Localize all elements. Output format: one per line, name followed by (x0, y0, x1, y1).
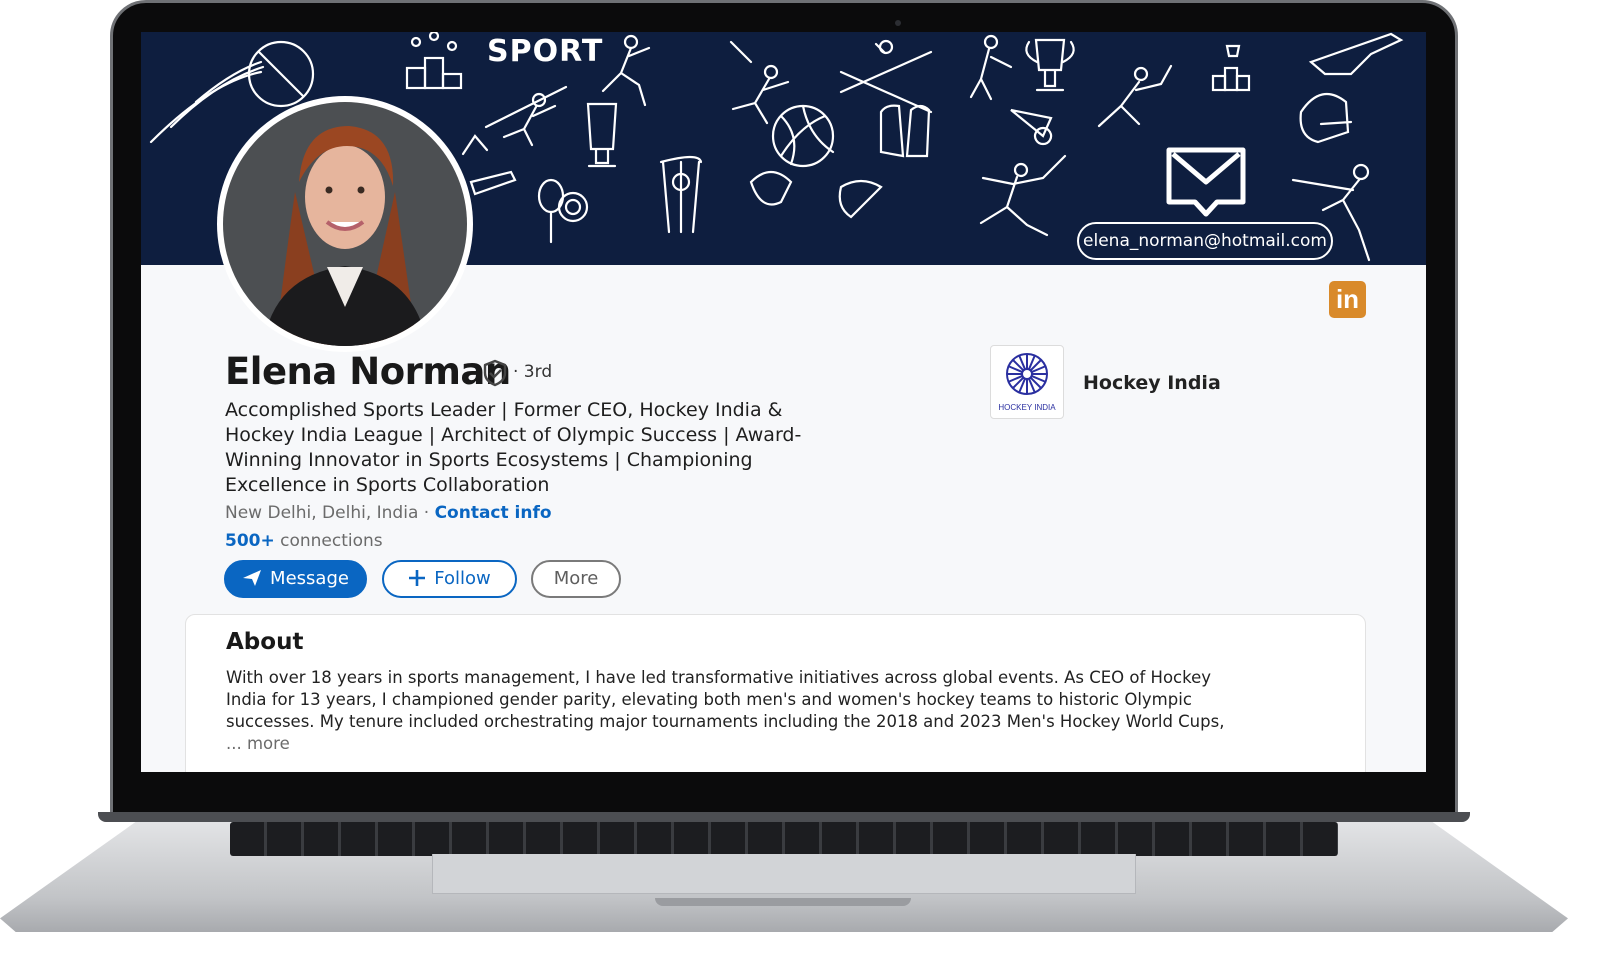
batter-figure-1 (969, 34, 1013, 101)
avatar[interactable] (217, 96, 473, 352)
volleyball-icon (771, 104, 835, 168)
about-card: About With over 18 years in sports manag… (185, 614, 1366, 772)
profile-photo (223, 102, 467, 346)
follow-button[interactable]: Follow (382, 560, 517, 598)
laptop-keyboard (230, 822, 1338, 856)
podium-icon (405, 32, 463, 90)
cricket-helmet-1 (749, 170, 793, 206)
company-logo-text: HOCKEY INDIA (998, 403, 1056, 412)
rifle-icon (1308, 32, 1404, 76)
more-button[interactable]: More (531, 560, 621, 598)
screen: SPORT elena_norman@hotmail.com in Elena … (141, 32, 1426, 772)
shin-pad (838, 179, 883, 219)
helmet-icon (1299, 92, 1353, 144)
laptop-lip (655, 898, 911, 906)
location-text: New Delhi, Delhi, India · (225, 503, 430, 523)
podium-2 (1211, 44, 1251, 92)
shuttlecock-icon (1010, 108, 1053, 146)
profile-headline: Accomplished Sports Leader | Former CEO,… (225, 399, 802, 496)
mail-icon (1166, 147, 1246, 217)
batsman-figure (1097, 64, 1173, 128)
about-text: With over 18 years in sports management,… (226, 668, 1225, 731)
profile-name: Elena Norman (225, 350, 511, 393)
follow-button-label: Follow (434, 568, 491, 589)
tennis-racket (537, 178, 589, 244)
linkedin-icon[interactable]: in (1329, 281, 1366, 318)
connections-label: connections (280, 531, 383, 551)
stumps (659, 155, 703, 234)
cricket-bat-2 (469, 170, 517, 196)
email-pill[interactable]: elena_norman@hotmail.com (1077, 222, 1333, 260)
athlete-figure-1 (601, 34, 651, 107)
connection-degree: · 3rd (513, 362, 553, 382)
company-name[interactable]: Hockey India (1083, 372, 1221, 394)
footballer (729, 40, 790, 125)
hockey-india-logo: HOCKEY INDIA (998, 353, 1056, 412)
connections-count[interactable]: 500+ (225, 531, 275, 551)
laptop-trackpad (432, 854, 1136, 894)
runner-figure (979, 154, 1067, 237)
company-logo[interactable]: HOCKEY INDIA (990, 345, 1064, 419)
verified-shield-icon (483, 359, 507, 387)
location-line: New Delhi, Delhi, India · Contact info (225, 503, 552, 523)
gloves (879, 104, 931, 158)
plus-icon (409, 569, 426, 586)
connections-line[interactable]: 500+ connections (225, 531, 383, 551)
contact-info-link[interactable]: Contact info (435, 503, 552, 523)
send-icon (243, 569, 262, 586)
trophy-icon (1025, 38, 1075, 92)
crossed-bats (839, 39, 933, 114)
tick-mark (461, 134, 489, 156)
about-more-link[interactable]: ... more (226, 734, 290, 753)
javelin-thrower (484, 85, 568, 147)
banner-title: SPORT (487, 34, 604, 69)
about-title: About (226, 629, 304, 655)
laptop-base (0, 812, 1568, 936)
message-button-label: Message (270, 568, 349, 589)
trophy-cup-1 (586, 102, 618, 168)
camera-dot (895, 20, 901, 26)
message-button[interactable]: Message (224, 560, 367, 598)
laptop-hinge (98, 812, 1470, 822)
